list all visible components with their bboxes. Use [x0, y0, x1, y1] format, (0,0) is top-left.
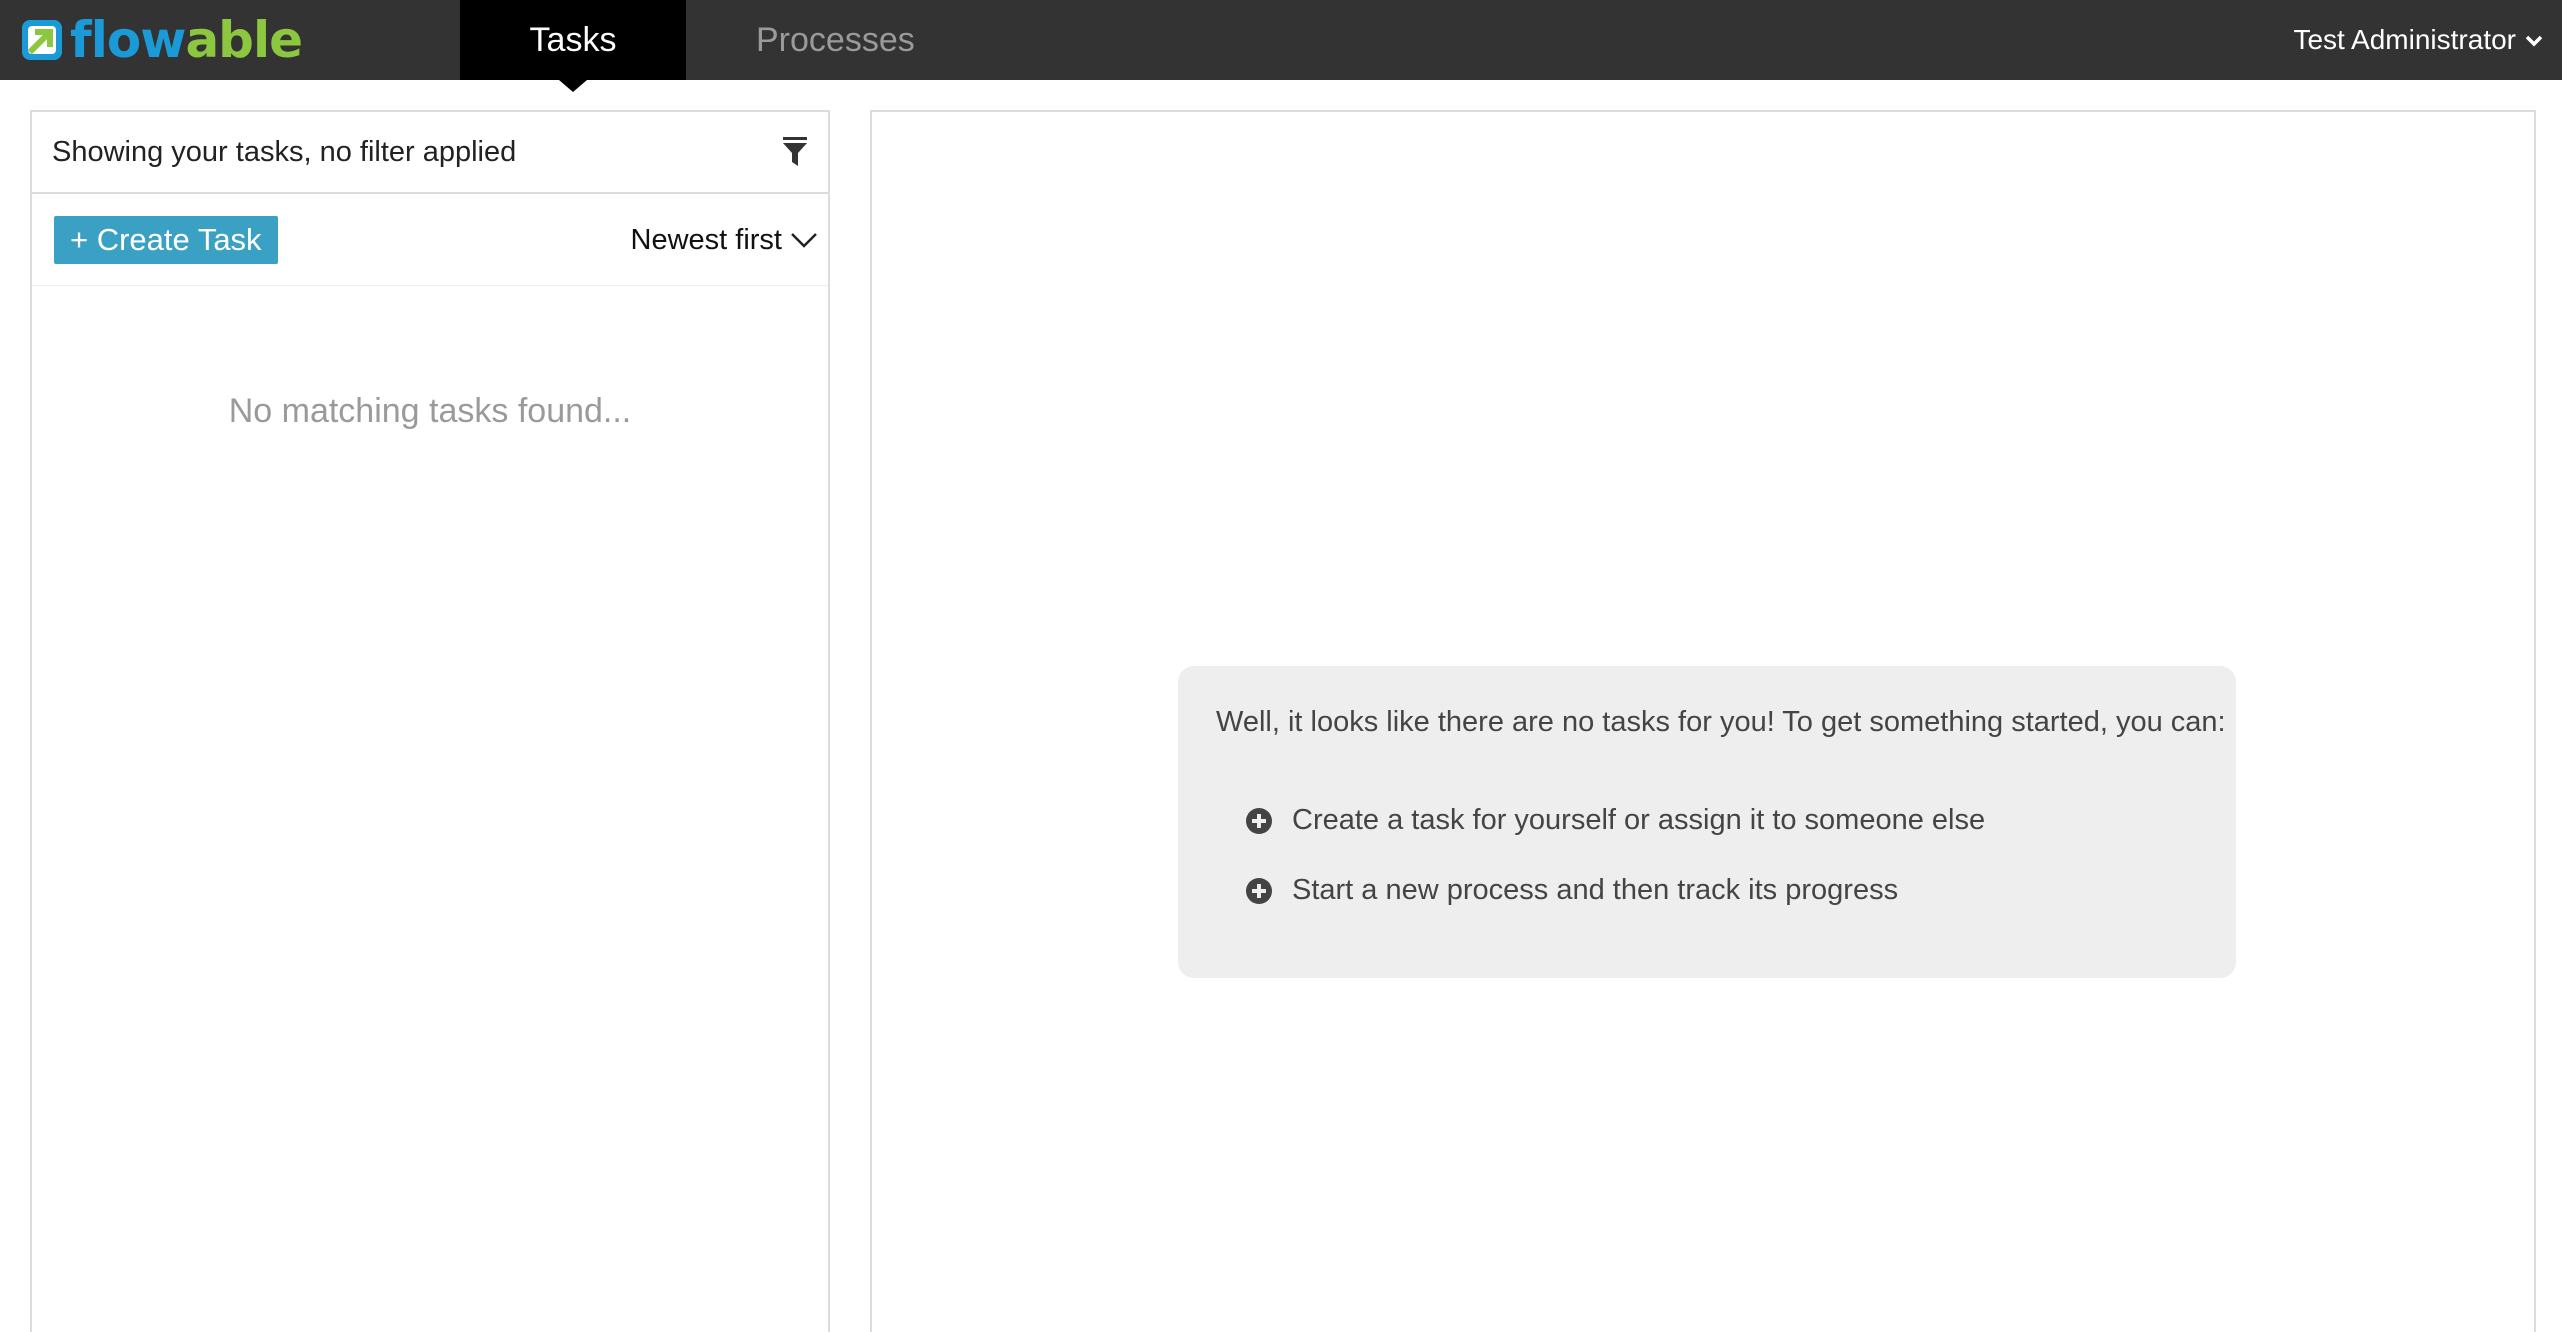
filter-icon[interactable] [782, 136, 808, 168]
tab-tasks-label: Tasks [529, 20, 617, 59]
sort-order-label: Newest first [630, 223, 782, 256]
chevron-down-icon [791, 233, 817, 248]
task-list-toolbar: + Create Task Newest first [32, 196, 828, 286]
empty-task-list-message: No matching tasks found... [228, 392, 632, 430]
flowable-logo[interactable]: flowable [20, 14, 303, 66]
logo-text-able: able [185, 11, 303, 69]
user-menu[interactable]: Test Administrator [2293, 0, 2544, 80]
flowable-logo-icon [22, 20, 62, 60]
task-list-panel: Showing your tasks, no filter applied + … [30, 110, 830, 1332]
logo-text: flowable [70, 15, 303, 65]
plus-circle-icon [1246, 807, 1272, 834]
tab-processes-label: Processes [756, 20, 915, 59]
task-detail-panel: Well, it looks like there are no tasks f… [870, 110, 2536, 1332]
start-process-option[interactable]: Start a new process and then track its p… [1246, 874, 1898, 907]
create-task-button[interactable]: + Create Task [54, 216, 278, 264]
start-process-option-label: Start a new process and then track its p… [1292, 874, 1899, 906]
filter-summary: Showing your tasks, no filter applied [52, 135, 517, 168]
help-intro-text: Well, it looks like there are no tasks f… [1216, 706, 2226, 738]
tab-tasks[interactable]: Tasks [460, 0, 686, 92]
create-task-label: + Create Task [70, 222, 262, 257]
plus-circle-icon [1246, 877, 1272, 904]
create-task-option-label: Create a task for yourself or assign it … [1292, 804, 1986, 836]
user-name: Test Administrator [2293, 24, 2516, 55]
sort-order-dropdown[interactable]: Newest first [631, 216, 818, 264]
chevron-down-icon [2525, 35, 2543, 47]
logo-text-flow: flow [70, 11, 186, 69]
tab-processes[interactable]: Processes [686, 0, 985, 80]
task-filter-bar[interactable]: Showing your tasks, no filter applied [32, 112, 828, 194]
create-task-option[interactable]: Create a task for yourself or assign it … [1246, 804, 1985, 837]
no-tasks-help-box: Well, it looks like there are no tasks f… [1178, 666, 2236, 978]
top-navigation-bar: flowable Tasks Processes Test Administra… [0, 0, 2562, 92]
